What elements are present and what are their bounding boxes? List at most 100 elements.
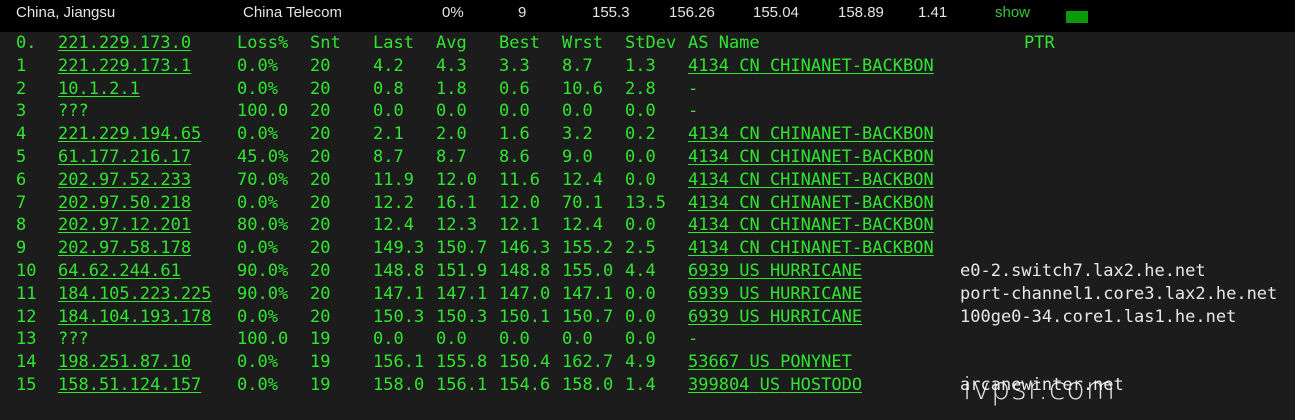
- hop-avg: 4.3: [436, 55, 467, 76]
- hop-asn: 6939: [688, 306, 729, 327]
- hop-as-link[interactable]: 4134 CN CHINANET-BACKBON: [688, 55, 934, 78]
- hop-as-link[interactable]: 6939 US HURRICANE: [688, 283, 862, 306]
- hop-as-link[interactable]: 4134 CN CHINANET-BACKBON: [688, 237, 934, 260]
- hop-as-link[interactable]: 6939 US HURRICANE: [688, 306, 862, 329]
- hop-last: 0.8: [373, 78, 404, 99]
- hop-wrst: 9.0: [562, 146, 593, 167]
- hop-hop: 6: [16, 169, 27, 190]
- hop-asname-text: CHINANET-BACKBON: [769, 192, 934, 213]
- hop-row: 7 202.97.50.218 0.0% 20 12.2 16.1 12.0 70.1 13.5…: [0, 192, 1295, 215]
- hop-snt: 20: [310, 192, 331, 213]
- hop-best: 150.4: [499, 352, 551, 373]
- hop-host-link[interactable]: 221.229.173.1: [58, 55, 191, 78]
- hop-row: 3??? 100.0 20 0.0 0.0 0.0 0.0 0.0 -: [0, 100, 1295, 123]
- hop-best: 3.3: [499, 55, 530, 76]
- hop-avg: 0.0: [436, 101, 467, 122]
- hop-stdev: 0.0: [625, 215, 656, 236]
- hop-host-link[interactable]: 61.177.216.17: [58, 146, 191, 169]
- hop-wrst: 147.1: [562, 283, 614, 304]
- hop-host-link[interactable]: 64.62.244.61: [58, 260, 181, 283]
- hop-snt: 20: [310, 283, 331, 304]
- hop-stdev: 2.8: [625, 78, 656, 99]
- hop-asn: 4134: [688, 215, 729, 236]
- hop-as-link[interactable]: 4134 CN CHINANET-BACKBON: [688, 123, 934, 146]
- hop-last: 2.1: [373, 124, 404, 145]
- hop-as-link[interactable]: 399804 US HOSTODO: [688, 374, 862, 397]
- hop-snt: 20: [310, 55, 331, 76]
- hop-host-link[interactable]: 202.97.58.178: [58, 237, 191, 260]
- hop-snt: 19: [310, 374, 331, 395]
- hop-best: 8.6: [499, 146, 530, 167]
- hop-hop: 2: [16, 78, 27, 99]
- hop-asn: 4134: [688, 55, 729, 76]
- hop-best: 154.6: [499, 374, 551, 395]
- hop-host-link[interactable]: 202.97.50.218: [58, 192, 191, 215]
- hop-asname-text: CHINANET-BACKBON: [769, 55, 934, 76]
- hop-loss: 80.0%: [237, 215, 289, 236]
- hop-host-link[interactable]: 202.97.52.233: [58, 169, 191, 192]
- hop-asn: 6939: [688, 260, 729, 281]
- hop-host-link[interactable]: 198.251.87.10: [58, 351, 191, 374]
- header-wrst: Wrst: [562, 33, 603, 53]
- hop-as-link[interactable]: 53667 US PONYNET: [688, 351, 852, 374]
- hop-as-link[interactable]: 4134 CN CHINANET-BACKBON: [688, 146, 934, 169]
- watermark: ivpsr.com: [963, 372, 1116, 407]
- hop-host-link[interactable]: 221.229.194.65: [58, 123, 201, 146]
- hop-best: 0.0: [499, 101, 530, 122]
- hop-avg: 147.1: [436, 283, 488, 304]
- hop-host-link[interactable]: 184.104.193.178: [58, 306, 212, 329]
- hop-row: 10 64.62.244.61 90.0% 20 148.8 151.9 148.8 155.…: [0, 260, 1295, 283]
- hop-avg: 8.7: [436, 146, 467, 167]
- header-stdev: StDev: [625, 33, 677, 53]
- header-avg: Avg: [436, 33, 467, 53]
- hop-last: 8.7: [373, 146, 404, 167]
- hop-last: 149.3: [373, 238, 425, 259]
- header-host-link[interactable]: 221.229.173.0: [58, 32, 191, 55]
- hop-ptr: port-channel1.core3.lax2.he.net: [960, 283, 1278, 304]
- hop-loss: 0.0%: [237, 124, 278, 145]
- hop-as-link[interactable]: 4134 CN CHINANET-BACKBON: [688, 192, 934, 215]
- hop-host-link[interactable]: 202.97.12.201: [58, 214, 191, 237]
- hop-as-link[interactable]: 4134 CN CHINANET-BACKBON: [688, 169, 934, 192]
- hop-hop: 7: [16, 192, 27, 213]
- hop-avg: 0.0: [436, 329, 467, 350]
- hop-best: 1.6: [499, 124, 530, 145]
- hop-as-link[interactable]: 4134 CN CHINANET-BACKBON: [688, 214, 934, 237]
- hop-stdev: 0.0: [625, 169, 656, 190]
- hop-host-link[interactable]: 10.1.2.1: [58, 78, 140, 101]
- hop-best: 11.6: [499, 169, 540, 190]
- hop-stdev: 4.4: [625, 260, 656, 281]
- show-link[interactable]: show: [995, 4, 1030, 21]
- hop-loss: 90.0%: [237, 260, 289, 281]
- hop-asname-text: CHINANET-BACKBON: [769, 169, 934, 190]
- summary-count: 9: [518, 4, 527, 21]
- hop-cc: CN: [739, 124, 760, 145]
- hop-wrst: 155.0: [562, 260, 614, 281]
- hop-asname: -: [688, 78, 699, 99]
- hop-as-link[interactable]: 6939 US HURRICANE: [688, 260, 862, 283]
- hop-cc: CN: [739, 169, 760, 190]
- hop-best: 0.6: [499, 78, 530, 99]
- hop-host-link[interactable]: 158.51.124.157: [58, 374, 201, 397]
- hop-asn: 399804: [688, 374, 750, 395]
- hop-hop: 15: [16, 374, 37, 395]
- hop-row: 8 202.97.12.201 80.0% 20 12.4 12.3 12.1 12.4 0.0…: [0, 214, 1295, 237]
- hop-cc: CN: [739, 238, 760, 259]
- mtr-header-row: 0. 221.229.173.0 Loss% Snt Last Avg Best…: [0, 32, 1295, 55]
- mtr-panel: 0. 221.229.173.0 Loss% Snt Last Avg Best…: [0, 32, 1295, 420]
- summary-loss: 0%: [442, 4, 464, 21]
- hop-avg: 156.1: [436, 374, 488, 395]
- hop-wrst: 3.2: [562, 124, 593, 145]
- hop-wrst: 12.4: [562, 215, 603, 236]
- hop-asn: 4134: [688, 124, 729, 145]
- hop-ptr: 100ge0-34.core1.las1.he.net: [960, 306, 1237, 327]
- hop-loss: 90.0%: [237, 283, 289, 304]
- hop-best: 147.0: [499, 283, 551, 304]
- hop-wrst: 150.7: [562, 306, 614, 327]
- hop-hop: 8: [16, 215, 27, 236]
- hop-avg: 151.9: [436, 260, 488, 281]
- hop-hop: 12: [16, 306, 37, 327]
- hop-host-link[interactable]: 184.105.223.225: [58, 283, 212, 306]
- hop-last: 158.0: [373, 374, 425, 395]
- hop-asn: 4134: [688, 146, 729, 167]
